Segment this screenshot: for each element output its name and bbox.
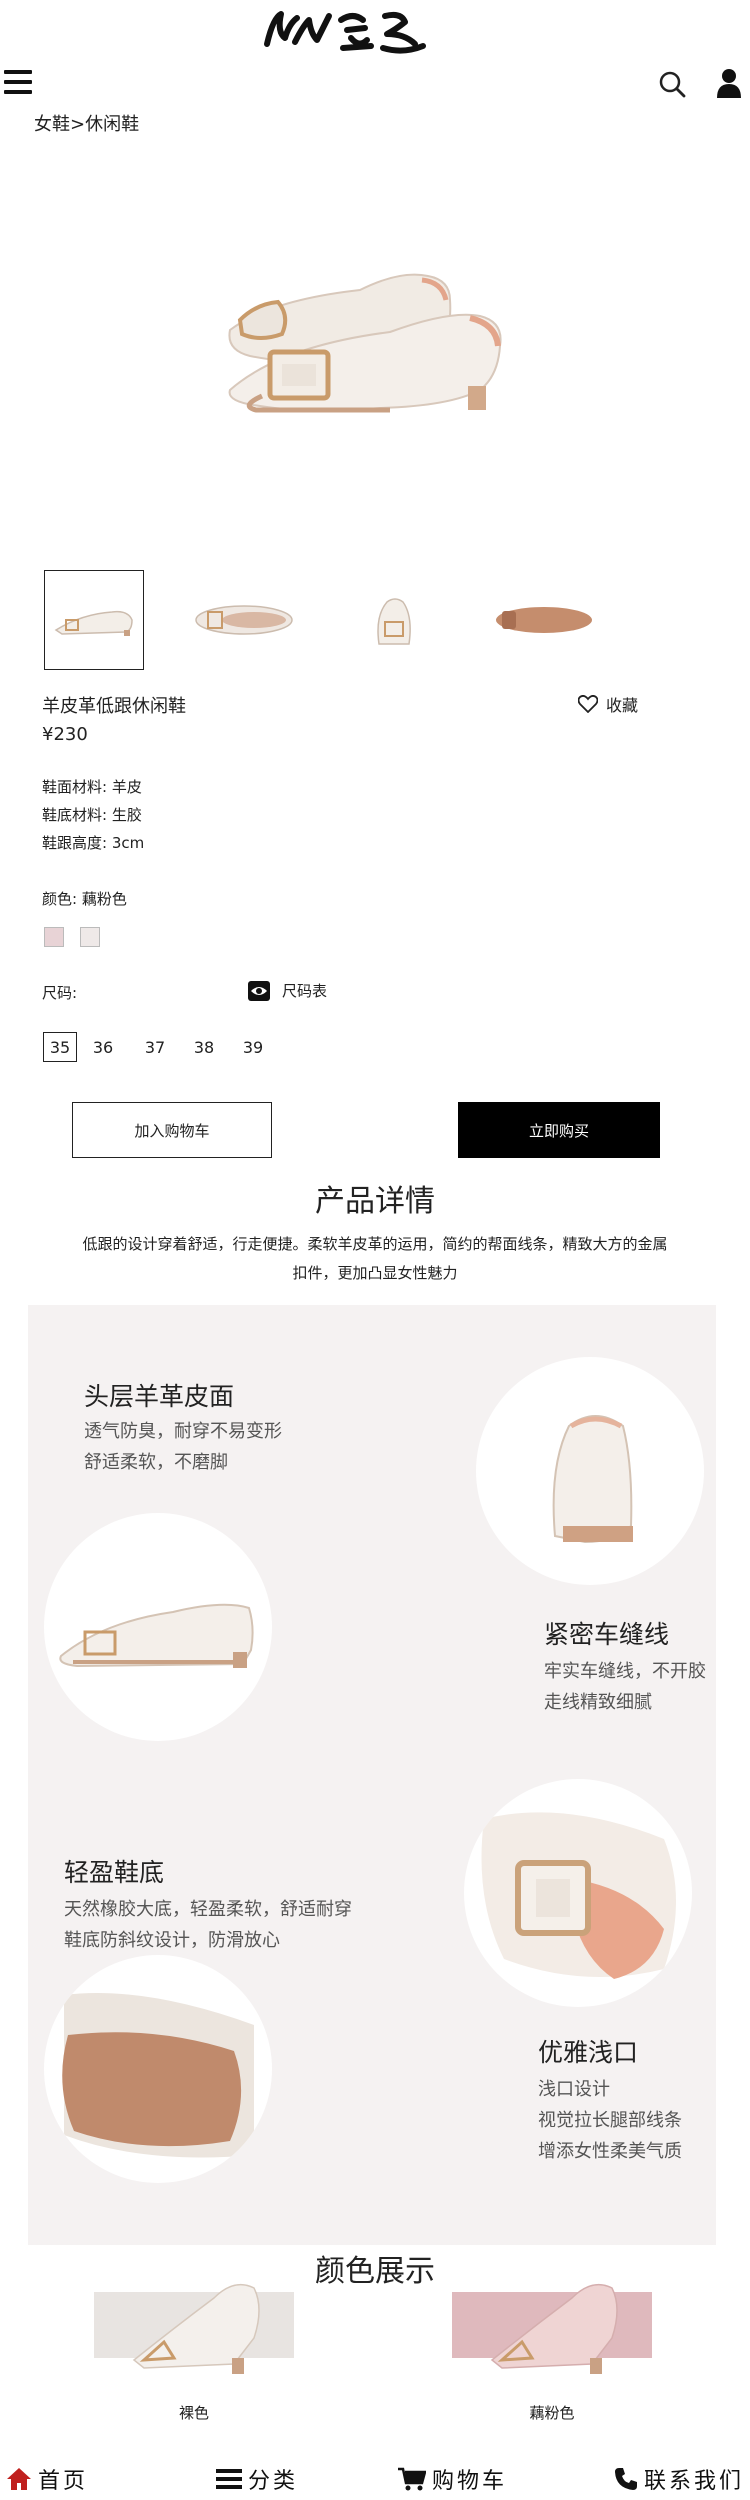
color-swatch-pink[interactable] — [44, 927, 64, 947]
feature-title-sole: 轻盈鞋底 — [64, 1858, 165, 1887]
size-label: 尺码: — [42, 984, 78, 1002]
size-option-38[interactable]: 38 — [187, 1032, 221, 1062]
add-to-cart-button[interactable]: 加入购物车 — [72, 1102, 272, 1158]
nav-category-label: 分类 — [248, 2469, 299, 2494]
details-title: 产品详情 — [315, 1184, 435, 1219]
eye-icon — [248, 980, 270, 1001]
size-option-39[interactable]: 39 — [236, 1032, 270, 1062]
breadcrumb-link-women-shoes[interactable]: 女鞋 — [34, 114, 70, 135]
size-chart-label: 尺码表 — [282, 982, 328, 1000]
heart-icon — [578, 695, 598, 713]
breadcrumb-separator: > — [70, 114, 86, 135]
search-icon[interactable] — [658, 70, 686, 98]
features-panel: 头层羊革皮面 透气防臭，耐穿不易变形 舒适柔软，不磨脚 紧密车缝线 牢实车缝线，… — [28, 1305, 716, 2245]
feature-line: 舒适柔软，不磨脚 — [84, 1452, 228, 1473]
nav-home[interactable]: 首页 — [6, 2463, 88, 2495]
feature-line: 透气防臭，耐穿不易变形 — [84, 1421, 282, 1442]
home-icon — [7, 2468, 31, 2490]
color-card-pink[interactable] — [452, 2268, 652, 2388]
size-option-37[interactable]: 37 — [138, 1032, 172, 1062]
feature-line: 天然橡胶大底，轻盈柔软，舒适耐穿 — [64, 1899, 352, 1920]
nav-cart-label: 购物车 — [432, 2469, 508, 2494]
color-card-nude[interactable] — [94, 2268, 294, 2388]
spec-heel-height: 鞋跟高度: 3cm — [42, 834, 145, 852]
color-label: 颜色: 藕粉色 — [42, 890, 127, 908]
thumbnail-3[interactable] — [344, 570, 444, 670]
size-option-36[interactable]: 36 — [86, 1032, 120, 1062]
breadcrumb: 女鞋>休闲鞋 — [34, 110, 139, 136]
feature-line: 走线精致细腻 — [544, 1692, 652, 1713]
color-swatch-nude[interactable] — [80, 927, 100, 947]
nav-category[interactable]: 分类 — [216, 2463, 298, 2495]
breadcrumb-link-casual-shoes[interactable]: 休闲鞋 — [85, 114, 139, 135]
thumbnail-shoe-top-image — [195, 605, 293, 635]
feature-image-side — [44, 1513, 272, 1741]
size-chart-link[interactable]: 尺码表 — [248, 980, 327, 1001]
size-option-35[interactable]: 35 — [43, 1032, 77, 1062]
thumbnail-2[interactable] — [194, 570, 294, 670]
feature-image-sole-bottom — [44, 1955, 272, 2183]
nav-contact[interactable]: 联系我们 — [614, 2463, 744, 2495]
favorite-button[interactable]: 收藏 — [578, 692, 638, 716]
feature-line: 视觉拉长腿部线条 — [538, 2110, 682, 2131]
buy-now-button[interactable]: 立即购买 — [458, 1102, 660, 1158]
color-name-pink: 藕粉色 — [529, 2404, 575, 2422]
feature-image-buckle — [464, 1779, 692, 2007]
details-description: 低跟的设计穿着舒适，行走便捷。柔软羊皮革的运用，简约的帮面线条，精致大方的金属扣… — [82, 1235, 668, 1282]
menu-icon[interactable] — [4, 70, 34, 96]
list-icon — [216, 2469, 242, 2489]
thumbnail-4[interactable] — [494, 570, 594, 670]
feature-title-shallow: 优雅浅口 — [538, 2038, 639, 2067]
favorite-label: 收藏 — [606, 696, 639, 715]
thumbnail-1[interactable] — [44, 570, 144, 670]
user-icon[interactable] — [716, 68, 744, 98]
thumbnail-shoe-side-image — [54, 610, 133, 636]
nav-cart[interactable]: 购物车 — [398, 2463, 507, 2495]
color-name-nude: 裸色 — [178, 2404, 209, 2422]
feature-line: 增添女性柔美气质 — [538, 2141, 682, 2162]
nav-home-label: 首页 — [38, 2469, 89, 2494]
product-price: ¥230 — [42, 724, 88, 745]
product-main-image — [160, 250, 520, 430]
feature-title-stitching: 紧密车缝线 — [544, 1620, 670, 1649]
phone-icon — [615, 2468, 637, 2490]
spec-sole-material: 鞋底材料: 生胶 — [42, 806, 142, 824]
thumbnail-shoe-sole-image — [496, 607, 592, 633]
feature-line: 浅口设计 — [538, 2079, 610, 2100]
product-name: 羊皮革低跟休闲鞋 — [42, 696, 186, 717]
nav-contact-label: 联系我们 — [644, 2469, 745, 2494]
bottom-nav: 首页 分类 购物车 联系我们 — [0, 2458, 750, 2500]
feature-image-heel — [476, 1357, 704, 1585]
cart-icon — [398, 2467, 426, 2491]
thumbnail-shoe-front-image — [377, 598, 411, 645]
feature-title-leather: 头层羊革皮面 — [84, 1382, 235, 1411]
brand-logo[interactable] — [255, 4, 435, 60]
feature-line: 牢实车缝线，不开胶 — [544, 1661, 706, 1682]
spec-upper-material: 鞋面材料: 羊皮 — [42, 778, 142, 796]
feature-line: 鞋底防斜纹设计，防滑放心 — [64, 1930, 280, 1951]
